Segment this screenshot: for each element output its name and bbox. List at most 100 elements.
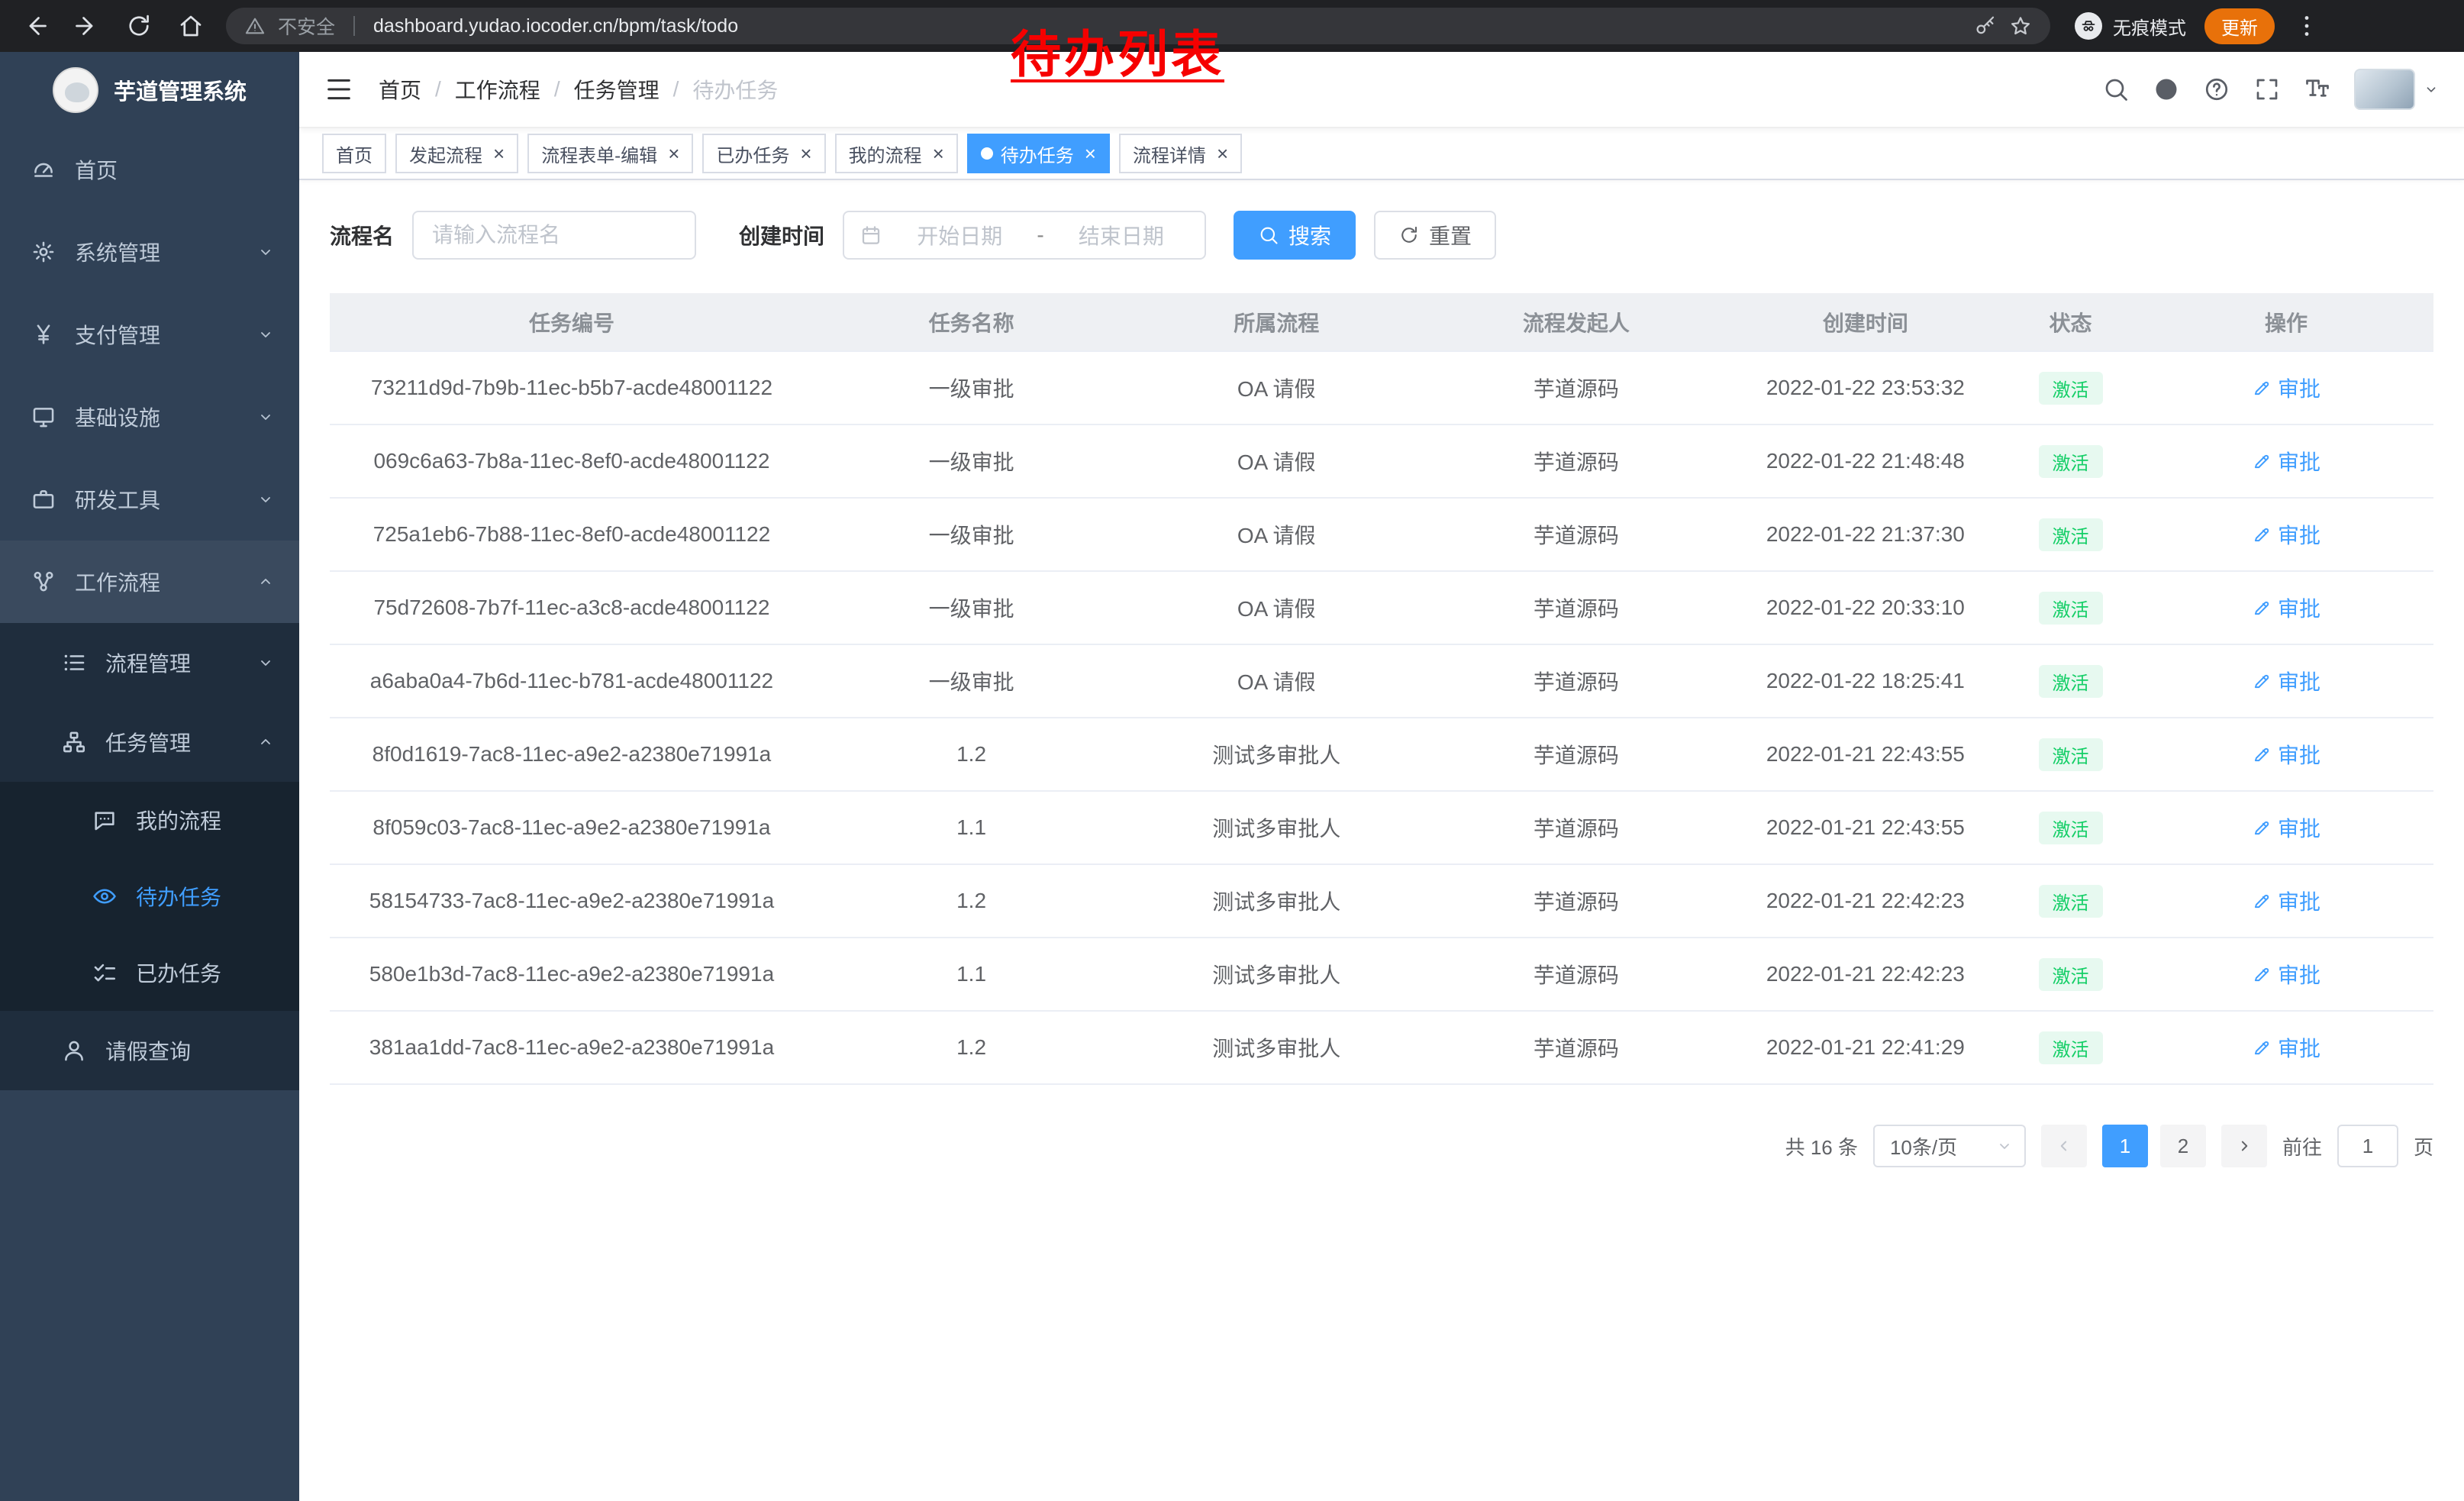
tab-label: 待办任务	[1001, 140, 1074, 167]
breadcrumb-item[interactable]: 工作流程	[455, 74, 540, 105]
cell-action: 审批	[2139, 864, 2433, 938]
font-size-icon[interactable]	[2304, 76, 2331, 103]
cell-name: 1.2	[814, 864, 1129, 938]
status-badge: 激活	[2039, 885, 2103, 918]
prev-page-button[interactable]	[2041, 1125, 2087, 1167]
sidebar-item-workflow[interactable]: 工作流程	[0, 541, 299, 623]
sidebar-item-label: 我的流程	[136, 805, 275, 835]
cell-created: 2022-01-22 21:37:30	[1729, 498, 2002, 571]
tab-close-icon[interactable]: ×	[933, 144, 944, 163]
browser-menu-icon[interactable]	[2293, 12, 2320, 40]
approve-link[interactable]: 审批	[2252, 812, 2320, 843]
tab-close-icon[interactable]: ×	[493, 144, 505, 163]
approve-link[interactable]: 审批	[2252, 373, 2320, 403]
cell-status: 激活	[2002, 498, 2139, 571]
tab-待办任务[interactable]: 待办任务 ×	[967, 134, 1110, 173]
process-name-input[interactable]	[412, 211, 696, 260]
avatar[interactable]	[2354, 69, 2415, 110]
table-row: 580e1b3d-7ac8-11ec-a9e2-a2380e71991a1.1测…	[330, 938, 2433, 1011]
breadcrumb-item[interactable]: 首页	[379, 74, 421, 105]
date-range-picker[interactable]: 开始日期 - 结束日期	[843, 211, 1206, 260]
breadcrumb-item[interactable]: 任务管理	[574, 74, 660, 105]
tab-发起流程[interactable]: 发起流程×	[395, 134, 518, 173]
app-logo[interactable]: 芋道管理系统	[0, 52, 299, 128]
github-icon[interactable]	[2153, 76, 2180, 103]
bookmark-star-icon[interactable]	[2009, 15, 2032, 37]
pagination: 共 16 条 10条/页 12 前往 页	[330, 1125, 2433, 1228]
range-separator: -	[1037, 223, 1043, 247]
tab-close-icon[interactable]: ×	[1217, 144, 1228, 163]
cell-id: 069c6a63-7b8a-11ec-8ef0-acde48001122	[330, 424, 814, 498]
table-header-cell: 流程发起人	[1424, 293, 1729, 351]
table-row: 73211d9d-7b9b-11ec-b5b7-acde48001122一级审批…	[330, 351, 2433, 424]
breadcrumb: 首页/工作流程/任务管理/待办任务	[379, 74, 778, 105]
approve-link[interactable]: 审批	[2252, 666, 2320, 696]
page-size-select[interactable]: 10条/页	[1873, 1125, 2026, 1167]
forward-icon[interactable]	[73, 12, 101, 40]
table-row: 381aa1dd-7ac8-11ec-a9e2-a2380e71991a1.2测…	[330, 1011, 2433, 1084]
cell-id: 75d72608-7b7f-11ec-a3c8-acde48001122	[330, 571, 814, 644]
sidebar-item-briefcase[interactable]: 研发工具	[0, 458, 299, 541]
sidebar-item-label: 请假查询	[105, 1035, 275, 1066]
update-button[interactable]: 更新	[2204, 8, 2275, 44]
fullscreen-icon[interactable]	[2253, 76, 2281, 103]
cell-action: 审批	[2139, 498, 2433, 571]
breadcrumb-separator: /	[554, 77, 560, 102]
edit-pen-icon	[2252, 378, 2272, 398]
reset-button[interactable]: 重置	[1374, 211, 1496, 260]
tab-close-icon[interactable]: ×	[668, 144, 679, 163]
edit-pen-icon	[2252, 891, 2272, 911]
tab-已办任务[interactable]: 已办任务×	[702, 134, 825, 173]
approve-link[interactable]: 审批	[2252, 886, 2320, 916]
cell-name: 一级审批	[814, 571, 1129, 644]
home-icon[interactable]	[177, 12, 205, 40]
sidebar-item-yen[interactable]: 支付管理	[0, 293, 299, 376]
page-button-2[interactable]: 2	[2160, 1125, 2206, 1167]
cell-process: 测试多审批人	[1129, 938, 1424, 1011]
tab-首页[interactable]: 首页	[322, 134, 386, 173]
tab-流程表单-编辑[interactable]: 流程表单-编辑×	[527, 134, 693, 173]
tab-流程详情[interactable]: 流程详情×	[1119, 134, 1242, 173]
user-icon	[61, 1038, 87, 1064]
page-button-1[interactable]: 1	[2102, 1125, 2148, 1167]
address-bar[interactable]: 不安全 dashboard.yudao.iocoder.cn/bpm/task/…	[226, 8, 2050, 44]
approve-link[interactable]: 审批	[2252, 519, 2320, 550]
approve-link[interactable]: 审批	[2252, 959, 2320, 989]
sidebar-item-gear[interactable]: 系统管理	[0, 211, 299, 293]
sidebar-item-eye[interactable]: 待办任务	[0, 858, 299, 934]
tab-我的流程[interactable]: 我的流程×	[835, 134, 958, 173]
tab-close-icon[interactable]: ×	[800, 144, 811, 163]
sidebar-item-dashboard[interactable]: 首页	[0, 128, 299, 211]
approve-link[interactable]: 审批	[2252, 1032, 2320, 1063]
approve-link[interactable]: 审批	[2252, 592, 2320, 623]
back-icon[interactable]	[21, 12, 49, 40]
approve-link[interactable]: 审批	[2252, 739, 2320, 770]
page-content: 流程名 创建时间 开始日期 - 结束日期 搜索	[299, 180, 2464, 1501]
cell-id: 8f059c03-7ac8-11ec-a9e2-a2380e71991a	[330, 791, 814, 864]
reload-icon[interactable]	[125, 12, 153, 40]
incognito-icon	[2075, 12, 2102, 40]
sidebar-item-done[interactable]: 已办任务	[0, 934, 299, 1011]
search-icon[interactable]	[2102, 76, 2130, 103]
cell-created: 2022-01-21 22:42:23	[1729, 864, 2002, 938]
sidebar-item-org[interactable]: 任务管理	[0, 702, 299, 782]
search-button[interactable]: 搜索	[1234, 211, 1356, 260]
cell-process: 测试多审批人	[1129, 718, 1424, 791]
help-icon[interactable]	[2203, 76, 2230, 103]
sidebar-item-chat[interactable]: 我的流程	[0, 782, 299, 858]
user-menu[interactable]	[2354, 69, 2440, 110]
incognito-badge: 无痕模式	[2075, 12, 2186, 40]
tab-close-icon[interactable]: ×	[1085, 144, 1096, 163]
sidebar-item-list[interactable]: 流程管理	[0, 623, 299, 702]
approve-link[interactable]: 审批	[2252, 446, 2320, 476]
sidebar-item-monitor[interactable]: 基础设施	[0, 376, 299, 458]
cell-initiator: 芋道源码	[1424, 644, 1729, 718]
cell-process: OA 请假	[1129, 351, 1424, 424]
next-page-button[interactable]	[2221, 1125, 2267, 1167]
hamburger-icon[interactable]	[324, 74, 354, 105]
goto-page-input[interactable]	[2337, 1125, 2398, 1167]
password-key-icon[interactable]	[1974, 15, 1997, 37]
breadcrumb-item: 待办任务	[692, 74, 778, 105]
cell-process: OA 请假	[1129, 498, 1424, 571]
sidebar-item-user[interactable]: 请假查询	[0, 1011, 299, 1090]
